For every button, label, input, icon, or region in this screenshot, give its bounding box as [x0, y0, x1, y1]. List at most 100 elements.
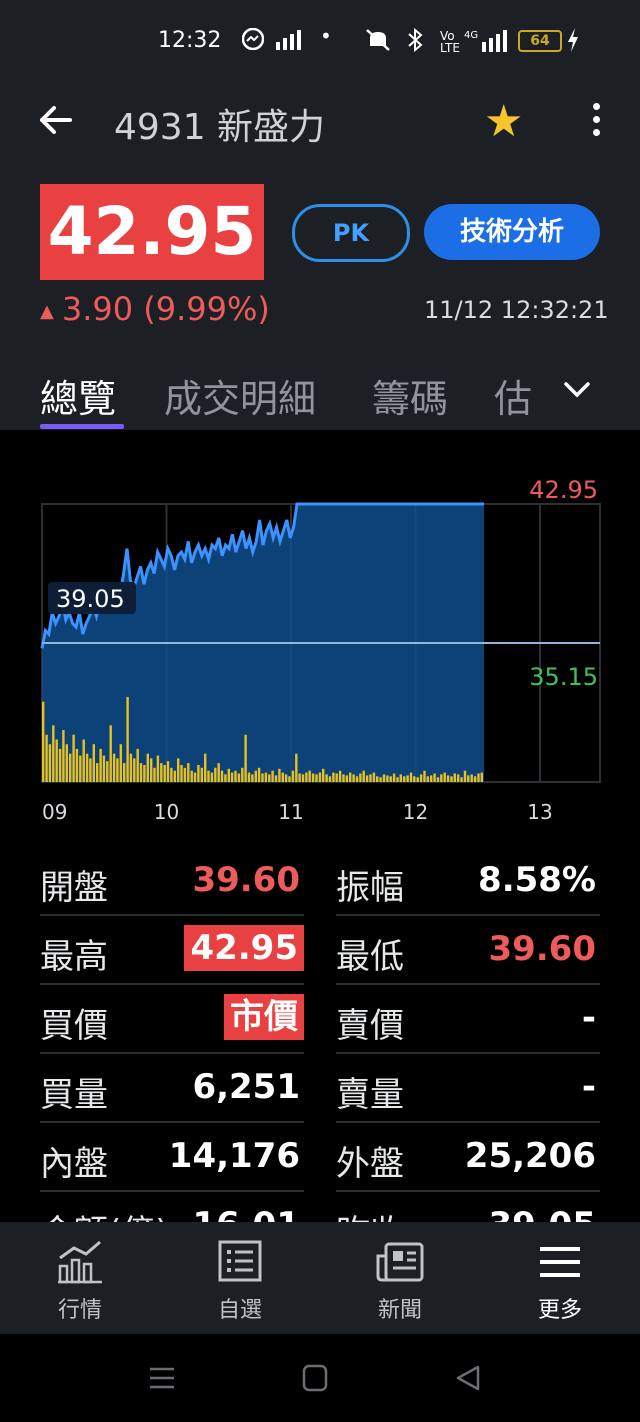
volume-bar — [295, 753, 298, 782]
volume-bar — [311, 773, 315, 782]
volume-bar — [230, 772, 234, 782]
volume-bar — [470, 774, 473, 782]
volume-bar — [102, 755, 106, 782]
volume-bar — [160, 763, 163, 782]
volume-bar — [365, 775, 369, 782]
volume-bar — [129, 753, 133, 782]
up-triangle-icon: ▲ — [40, 300, 54, 322]
volume-bar — [305, 772, 308, 782]
volume-bar — [143, 765, 146, 782]
volume-bar — [247, 772, 251, 782]
volume-bar — [139, 763, 143, 782]
stats-cell: 振幅 8.58% — [336, 846, 600, 916]
volume-bar — [359, 773, 362, 782]
tab-trade-details[interactable]: 成交明細 — [164, 368, 316, 423]
volume-bar — [207, 770, 210, 782]
tab-overview[interactable]: 總覽 — [40, 368, 116, 423]
volume-bar — [85, 753, 89, 782]
stock-title: 4931 新盛力 — [114, 107, 326, 148]
volume-bar — [261, 773, 264, 782]
volume-bar — [116, 758, 119, 782]
volume-bar — [82, 739, 85, 782]
volume-bar — [99, 748, 102, 782]
arrow-left-icon — [40, 106, 72, 134]
tab-valuation[interactable]: 估 — [494, 368, 532, 423]
nav-market[interactable]: 行情 — [0, 1222, 160, 1334]
stats-cell: 買價 市價 — [40, 984, 304, 1054]
favorite-star-icon[interactable]: ★ — [484, 96, 523, 147]
volume-bar — [480, 772, 483, 782]
volume-bar — [436, 777, 440, 782]
volume-bar — [72, 734, 75, 782]
volume-bar — [382, 774, 386, 782]
mute-icon — [364, 28, 392, 57]
price-change-value: 3.90 (9.99%) — [61, 290, 270, 328]
volume-bar — [227, 768, 230, 782]
stats-row: 最高 42.95 最低 39.60 — [40, 915, 600, 985]
nav-watchlist[interactable]: 自選 — [160, 1222, 320, 1334]
pk-button[interactable]: PK — [292, 204, 410, 262]
volume-bar — [92, 744, 95, 782]
chevron-down-icon[interactable] — [562, 374, 592, 404]
stats-cell: 買量 6,251 — [40, 1053, 304, 1123]
stats-label: 最低 — [336, 937, 404, 977]
volume-bar — [251, 774, 254, 782]
stats-value: 25,206 — [464, 1136, 596, 1176]
volume-bar — [173, 770, 176, 782]
stats-label: 最高 — [40, 937, 108, 977]
x-tick-label: 10 — [154, 800, 179, 824]
recent-apps-icon[interactable] — [148, 1364, 176, 1392]
x-tick-label: 11 — [278, 800, 303, 824]
ref-price-label: 39.05 — [48, 582, 136, 614]
tab-chips[interactable]: 籌碼 — [372, 368, 448, 423]
newspaper-icon — [376, 1242, 424, 1282]
volume-bar — [467, 775, 470, 782]
stats-value: 39.60 — [192, 860, 300, 900]
stats-label: 賣量 — [336, 1075, 404, 1115]
cell-signal-icon: 4G — [464, 28, 510, 57]
nav-more-label: 更多 — [537, 1298, 582, 1323]
volume-bar — [423, 770, 426, 782]
volume-bar — [58, 748, 62, 782]
volume-bar — [328, 776, 332, 782]
volte-icon: Vo LTE — [440, 29, 460, 55]
volume-bar — [301, 774, 305, 782]
charging-icon — [566, 28, 580, 57]
home-icon[interactable] — [302, 1364, 328, 1392]
nav-market-label: 行情 — [57, 1298, 102, 1323]
x-tick-label: 13 — [527, 800, 552, 824]
nav-more[interactable]: 更多 — [480, 1222, 640, 1334]
nav-news-label: 新聞 — [377, 1298, 422, 1323]
stats-row: 買量 6,251 賣量 - — [40, 1053, 600, 1123]
stats-value: 39.60 — [488, 929, 596, 969]
more-options-button[interactable] — [584, 100, 608, 140]
volume-bar — [62, 730, 65, 782]
volume-bar — [342, 774, 345, 782]
back-triangle-icon[interactable] — [454, 1364, 482, 1392]
stats-row: 內盤 14,176 外盤 25,206 — [40, 1122, 600, 1192]
volume-bar — [413, 776, 416, 782]
volume-bar — [430, 775, 433, 782]
stats-value: 42.95 — [184, 925, 304, 971]
volume-bar — [45, 734, 48, 782]
volume-bar — [69, 753, 72, 782]
intraday-chart[interactable]: 39.05 42.95 35.15 09 10 11 12 13 — [0, 432, 640, 832]
volume-bar — [288, 776, 291, 782]
low-price-label: 35.15 — [529, 663, 598, 691]
stats-label: 內盤 — [40, 1144, 108, 1184]
volume-bar — [217, 763, 220, 782]
technical-analysis-button[interactable]: 技術分析 — [424, 204, 600, 260]
volume-bar — [325, 774, 328, 782]
volume-bar — [89, 758, 92, 782]
volume-bar — [163, 765, 166, 782]
back-button[interactable] — [34, 98, 78, 142]
volume-bar — [170, 767, 173, 782]
nav-news[interactable]: 新聞 — [320, 1222, 480, 1334]
volume-bar — [166, 761, 170, 782]
volume-bar — [409, 772, 413, 782]
stats-cell: 內盤 14,176 — [40, 1122, 304, 1192]
volume-bar — [335, 773, 338, 782]
volume-bar — [477, 773, 480, 782]
volume-bar — [79, 755, 82, 782]
volume-bar — [450, 776, 453, 782]
